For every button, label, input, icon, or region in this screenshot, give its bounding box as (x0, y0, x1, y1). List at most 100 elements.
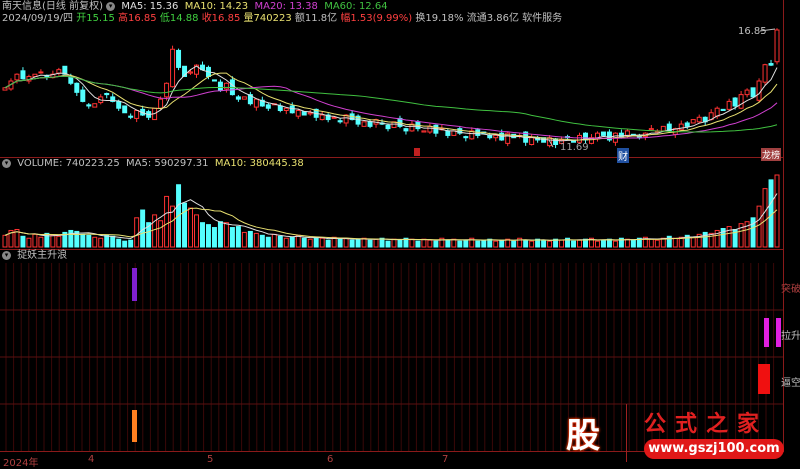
volume-bar (511, 240, 517, 248)
candle (92, 103, 98, 108)
candle (283, 107, 289, 111)
candle (295, 109, 301, 117)
volume-bar (493, 240, 499, 248)
candle (176, 49, 182, 68)
candle (684, 122, 690, 127)
candle (56, 69, 62, 74)
candle (134, 109, 140, 119)
finance-marker[interactable]: 财 (617, 148, 629, 163)
volume-bar (433, 240, 439, 248)
chevron-down-icon[interactable]: ▾ (2, 158, 11, 168)
volume-bar (756, 205, 762, 248)
candle (624, 130, 630, 136)
indicator-title: 捉妖主升浪 (17, 250, 68, 261)
candle (14, 73, 20, 81)
candle (170, 48, 176, 88)
volume-value: VOLUME: 740223.25 (17, 158, 120, 169)
candle (403, 128, 409, 132)
volume-bar (750, 217, 756, 248)
volume-bar (421, 238, 427, 248)
candle (331, 116, 337, 119)
x-axis-label: 6 (327, 454, 334, 465)
candle (553, 138, 559, 146)
volume-bar (762, 188, 768, 248)
candle (277, 105, 283, 111)
volume-bar (271, 233, 277, 248)
volume-bar (594, 240, 600, 248)
event-marker[interactable]: 龙榜 (761, 148, 782, 161)
volume-bar (385, 240, 391, 248)
volume-bar (283, 237, 289, 248)
volume-bar (50, 234, 56, 248)
volume-bar (343, 237, 349, 248)
chevron-down-icon[interactable]: ▾ (2, 250, 11, 260)
volume-bar (409, 238, 415, 248)
volume-bar (349, 239, 355, 248)
volume-bar (26, 237, 32, 248)
volume-bar (708, 232, 714, 248)
volume-ma5-line (4, 193, 778, 241)
candle (600, 131, 606, 136)
breakout-signal-bar (132, 268, 137, 301)
chart-canvas[interactable] (0, 0, 800, 466)
candle (74, 82, 80, 93)
volume-bar (690, 236, 696, 248)
watermark-name: 公式之家 (644, 412, 769, 437)
volume-bar (654, 239, 660, 248)
candle (756, 80, 762, 101)
volume-bar (68, 229, 74, 248)
x-axis-label: 7 (442, 454, 449, 465)
squeeze-signal-bar (758, 364, 770, 394)
volume-bar (241, 231, 247, 248)
watermark-url: www.gszj100.com (644, 439, 784, 459)
volume-bar (445, 239, 451, 248)
volume-header: ▾ VOLUME: 740223.25 MA5: 590297.31 MA10:… (2, 158, 304, 170)
x-axis-label: 5 (207, 454, 214, 465)
volume-bar (92, 236, 98, 248)
volume-bar (289, 236, 295, 248)
volume-bar (259, 234, 265, 248)
candle (744, 89, 750, 96)
candle (493, 134, 499, 139)
volume-bar (2, 234, 8, 248)
volume-bar (295, 234, 301, 248)
volume-bar (247, 230, 253, 248)
candle (750, 87, 756, 98)
candle (648, 128, 654, 131)
candle (529, 137, 535, 146)
volume-bar (235, 226, 241, 248)
volume-bar (547, 240, 553, 248)
label-breakout: 突破 (781, 284, 800, 295)
candle (188, 71, 194, 74)
volume-bar (355, 238, 361, 248)
candle (427, 125, 433, 133)
volume-bar (194, 214, 199, 248)
candle (289, 105, 295, 114)
volume-bar (116, 238, 122, 248)
candle (774, 29, 780, 63)
candle (116, 100, 122, 109)
volume-bar (624, 238, 630, 248)
pullup-signal-bar (764, 318, 769, 347)
event-marker-small[interactable] (414, 148, 420, 156)
candle (421, 130, 427, 133)
candle (164, 82, 170, 98)
volume-bar (337, 238, 343, 248)
candle (714, 107, 720, 117)
candle (235, 96, 241, 100)
volume-bar (265, 236, 271, 248)
indicator-header: ▾ 捉妖主升浪 (2, 250, 67, 262)
candle (122, 105, 128, 114)
watermark-logo: 股 (566, 416, 600, 456)
candle (217, 81, 223, 91)
candle (319, 114, 325, 121)
volume-bar (98, 237, 104, 248)
volume-bar (158, 220, 164, 248)
candle (445, 130, 451, 136)
volume-bar (397, 239, 403, 248)
candle (385, 124, 391, 130)
volume-bar (415, 240, 421, 248)
x-axis-label: 4 (88, 454, 95, 465)
volume-bar (648, 238, 654, 248)
volume-bar (199, 222, 205, 248)
